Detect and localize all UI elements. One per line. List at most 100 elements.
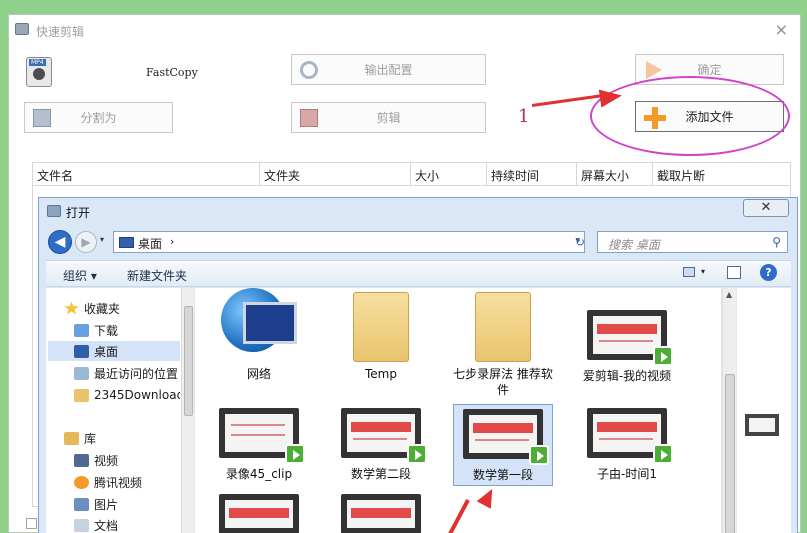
desktop-icon (119, 237, 134, 248)
brand-label: FastCopy (146, 66, 198, 79)
export-config-button[interactable]: 输出配置 (291, 54, 486, 85)
recent-places-icon (74, 366, 89, 380)
tile-label: Temp (365, 367, 397, 381)
address-bar[interactable]: 桌面 › ▾ (113, 231, 585, 253)
play-icon (285, 444, 305, 464)
navigation-pane: 收藏夹 下载 桌面 最近访问的位置 2345Downloads 库 视频 腾讯 (46, 288, 194, 533)
selected-highlight: 数学第一段 (453, 404, 553, 486)
nav-label: 视频 (94, 453, 119, 468)
app-title: 快速剪辑 (36, 25, 85, 39)
folder-icon (341, 288, 421, 362)
pictures-icon (74, 497, 89, 511)
cut-button[interactable]: 剪辑 (291, 102, 486, 133)
play-icon (529, 445, 549, 465)
video-file-icon (587, 310, 673, 366)
play-icon (407, 444, 427, 464)
close-icon[interactable]: × (775, 20, 788, 39)
organize-menu[interactable]: 组织 ▾ (63, 267, 97, 284)
play-icon (653, 346, 673, 366)
video-preview-icon (745, 414, 779, 436)
search-input[interactable]: 搜索 桌面 (608, 236, 660, 253)
back-arrow-icon[interactable]: ◀ (48, 230, 72, 254)
export-config-label: 输出配置 (364, 63, 413, 77)
nav-item-libraries[interactable]: 库 (64, 428, 198, 448)
nav-label: 库 (84, 431, 97, 446)
dialog-toolbar: 组织 ▾ 新建文件夹 ▾ ? (46, 260, 791, 287)
tile-recording45[interactable]: 录像45_clip (209, 408, 309, 482)
app-icon (15, 23, 29, 35)
nav-scroll-thumb[interactable] (184, 306, 193, 416)
video-file-icon (463, 409, 549, 465)
search-icon[interactable]: ⚲ (772, 235, 781, 249)
tile-math-part1[interactable]: 数学第一段 (453, 404, 553, 486)
tile-seven-step[interactable]: 七步录屏法 推荐软件 (453, 288, 553, 398)
dialog-title: 打开 (66, 206, 91, 220)
column-header-duration[interactable]: 持续时间 (487, 163, 577, 185)
tile-label: 数学第二段 (350, 467, 411, 481)
scissors-icon (300, 109, 318, 127)
nav-item-favorites[interactable]: 收藏夹 (64, 298, 198, 318)
logo-tag: MP4 (29, 59, 46, 66)
scroll-up-arrow-icon[interactable]: ▲ (726, 290, 732, 299)
history-dropdown-icon[interactable]: ▾ (100, 235, 104, 244)
nav-label: 最近访问的位置 (94, 366, 179, 381)
nav-item-desktop[interactable]: 桌面 (48, 341, 180, 361)
address-text[interactable]: 桌面 (138, 235, 162, 252)
split-as-label: 分割为 (80, 111, 117, 125)
tile-ziyou-time1[interactable]: 子由-时间1 (577, 408, 677, 482)
nav-label: 收藏夹 (84, 301, 121, 316)
column-header-size[interactable]: 大小 (411, 163, 487, 185)
network-icon (219, 288, 299, 352)
gear-icon (300, 61, 318, 79)
dialog-close-button[interactable]: ✕ (743, 199, 789, 217)
refresh-icon[interactable]: ↻ (569, 231, 591, 253)
tile-label: 录像45_clip (225, 467, 293, 481)
chevron-right-icon[interactable]: › (170, 235, 174, 248)
dialog-titlebar: 打开 ✕ (39, 198, 797, 224)
file-list-header: 文件名 文件夹 大小 持续时间 屏幕大小 截取片断 (33, 163, 790, 186)
help-icon[interactable]: ? (760, 264, 777, 281)
desktop-icon (74, 344, 89, 358)
view-dropdown-icon[interactable]: ▾ (701, 267, 705, 276)
tile-video-partial-2[interactable] (331, 494, 431, 533)
video-file-icon (219, 408, 305, 464)
nav-scrollbar[interactable] (181, 288, 194, 533)
column-header-screen-size[interactable]: 屏幕大小 (577, 163, 653, 185)
forward-arrow-icon[interactable]: ▶ (75, 231, 97, 253)
tile-network[interactable]: 网络 (209, 288, 309, 382)
column-header-filename[interactable]: 文件名 (33, 163, 260, 185)
tile-aijianji-video[interactable]: 爱剪辑-我的视频 (577, 310, 677, 384)
download-folder-icon (74, 323, 89, 337)
video-file-icon (219, 494, 299, 533)
preview-pane-icon[interactable] (727, 266, 741, 279)
checkbox[interactable] (26, 518, 37, 529)
video-file-icon (341, 408, 427, 464)
column-header-folder[interactable]: 文件夹 (260, 163, 411, 185)
tile-video-partial-1[interactable] (209, 494, 309, 533)
nav-item-2345downloads[interactable]: 2345Downloads (74, 385, 180, 405)
documents-icon (74, 518, 89, 532)
tile-label: 数学第一段 (472, 468, 533, 482)
folder-icon (74, 388, 89, 402)
star-icon (64, 301, 79, 315)
app-titlebar: 快速剪辑 × (9, 15, 800, 45)
file-view-scrollbar[interactable]: ▲ (722, 288, 736, 533)
split-as-button[interactable]: 分割为 (24, 102, 173, 133)
mp4-logo-icon: MP4 (26, 57, 52, 87)
column-header-clip[interactable]: 截取片断 (653, 163, 790, 185)
tencent-video-icon (74, 475, 89, 489)
library-icon (64, 431, 79, 445)
nav-label: 图片 (94, 497, 119, 512)
new-folder-button[interactable]: 新建文件夹 (127, 267, 187, 284)
annotation-number: 1 (518, 106, 530, 127)
tile-temp[interactable]: Temp (331, 288, 431, 382)
cut-label: 剪辑 (376, 111, 401, 125)
tile-math-part2[interactable]: 数学第二段 (331, 408, 431, 482)
tile-label: 网络 (246, 367, 271, 381)
search-box[interactable]: 搜索 桌面 ⚲ (597, 231, 788, 253)
view-mode-icon[interactable] (683, 267, 695, 277)
annotation-arrow-head (598, 86, 624, 108)
file-view-scroll-thumb[interactable] (725, 374, 735, 533)
folder-icon (463, 288, 543, 362)
tile-label: 爱剪辑-我的视频 (582, 369, 672, 383)
